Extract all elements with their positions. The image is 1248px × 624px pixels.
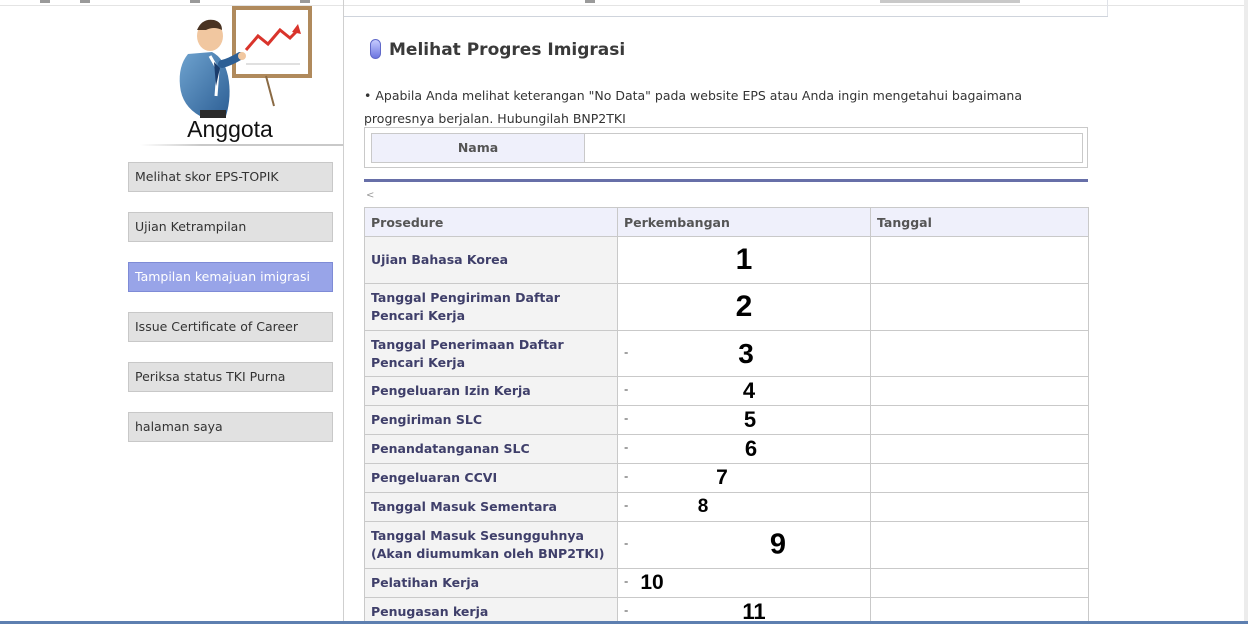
progress-cell: - 10 [617,568,871,598]
procedure-cell: Tanggal Penerimaan Daftar Pencari Kerja [364,330,618,377]
sidebar-title: Anggota [187,116,273,142]
table-row: Tanggal Masuk Sementara - 8 [364,492,1089,522]
procedure-cell: Pengiriman SLC [364,405,618,435]
table-row: Tanggal Pengiriman Daftar Pencari Kerja … [364,283,1089,331]
info-note: • Apabila Anda melihat keterangan "No Da… [364,88,1023,126]
row-marker-number: 5 [743,407,757,432]
table-row: Tanggal Masuk Sesungguhnya (Akan diumumk… [364,521,1089,569]
date-cell [870,434,1089,464]
progress-cell: - 8 [617,492,871,522]
row-marker-number: 6 [744,436,758,461]
row-marker-number: 8 [697,496,709,517]
row-marker-number: 2 [735,290,753,323]
progress-dash: - [624,574,629,589]
progress-cell: - 4 [617,376,871,406]
sidebar-item-career-certificate[interactable]: Issue Certificate of Career [128,312,333,342]
progress-table: Prosedure Perkembangan Tanggal Ujian Bah… [364,207,1089,624]
procedure-cell: Penandatanganan SLC [364,434,618,464]
progress-cell: 1 [617,236,871,284]
sidebar-item-eps-topik-score[interactable]: Melihat skor EPS-TOPIK [128,162,333,192]
row-marker-number: 7 [716,466,728,489]
progress-cell: - 3 [617,330,871,377]
progress-dash: - [624,469,629,484]
sidebar-item-returnee-status[interactable]: Periksa status TKI Purna [128,362,333,392]
table-row: Pengeluaran CCVI - 7 [364,463,1089,493]
progress-dash: - [624,382,629,397]
progress-dash: - [624,411,629,426]
sidebar-divider-line [343,0,344,624]
date-cell [870,283,1089,331]
date-cell [870,236,1089,284]
table-header-row: Prosedure Perkembangan Tanggal [364,207,1089,237]
name-panel: Nama [364,127,1088,168]
table-row: Penandatanganan SLC - 6 [364,434,1089,464]
date-cell [870,330,1089,377]
row-marker-number: 4 [742,378,756,403]
top-strip-mark [585,0,595,3]
header-procedure: Prosedure [364,207,618,237]
progress-cell: 2 [617,283,871,331]
procedure-cell: Pengeluaran CCVI [364,463,618,493]
sidebar-item-skill-test[interactable]: Ujian Ketrampilan [128,212,333,242]
table-row: Tanggal Penerimaan Daftar Pencari Kerja … [364,330,1089,377]
sidebar: Anggota Melihat skor EPS-TOPIK Ujian Ket… [0,0,343,624]
scrollbar-track[interactable] [1244,0,1248,624]
procedure-cell: Pelatihan Kerja [364,568,618,598]
top-strip-mark [880,0,1020,3]
header-date: Tanggal [870,207,1089,237]
presenter-chart-illustration [179,6,312,118]
procedure-cell: Tanggal Masuk Sementara [364,492,618,522]
row-marker-number: 3 [738,337,754,369]
date-cell [870,405,1089,435]
sidebar-item-immigration-progress[interactable]: Tampilan kemajuan imigrasi [128,262,333,292]
procedure-cell: Pengeluaran Izin Kerja [364,376,618,406]
progress-dash: - [624,440,629,455]
progress-cell: - 7 [617,463,871,493]
scroll-left-mark: < [366,190,375,201]
row-marker-number: 9 [769,528,787,561]
progress-cell: - 9 [617,521,871,569]
title-bullet-icon [370,39,381,59]
date-cell [870,568,1089,598]
progress-cell: - 6 [617,434,871,464]
content-edge [1107,0,1108,16]
procedure-cell: Tanggal Pengiriman Daftar Pencari Kerja [364,283,618,331]
progress-dash: - [624,498,629,513]
date-cell [870,463,1089,493]
sidebar-divider [140,144,343,146]
table-row: Pengiriman SLC - 5 [364,405,1089,435]
progress-dash: - [624,536,629,551]
progress-cell: - 5 [617,405,871,435]
section-rule [364,179,1088,182]
name-value-field [584,133,1083,163]
header-underline [344,16,1108,17]
page-title: Melihat Progres Imigrasi [389,40,626,60]
table-row: Pelatihan Kerja - 10 [364,568,1089,598]
procedure-cell: Tanggal Masuk Sesungguhnya (Akan diumumk… [364,521,618,569]
name-label: Nama [371,133,585,163]
progress-dash: - [624,345,629,360]
table-row: Pengeluaran Izin Kerja - 4 [364,376,1089,406]
procedure-cell: Ujian Bahasa Korea [364,236,618,284]
table-row: Ujian Bahasa Korea 1 [364,236,1089,284]
date-cell [870,521,1089,569]
date-cell [870,492,1089,522]
row-marker-number: 10 [640,571,664,594]
row-marker-number: 1 [735,243,753,276]
date-cell [870,376,1089,406]
progress-dash: - [624,603,629,618]
header-progress: Perkembangan [617,207,871,237]
sidebar-item-my-page[interactable]: halaman saya [128,412,333,442]
